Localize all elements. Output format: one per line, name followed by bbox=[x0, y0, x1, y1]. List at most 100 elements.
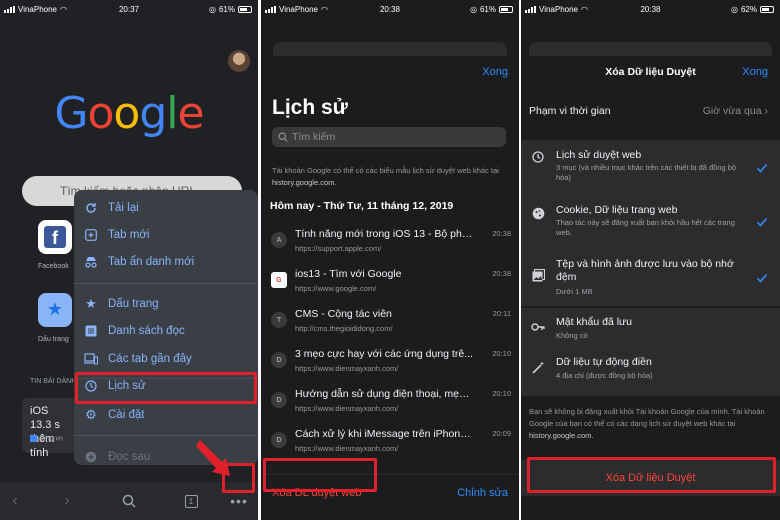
tab-count: 1 bbox=[184, 494, 198, 508]
shortcut-facebook[interactable]: f bbox=[38, 220, 72, 254]
search-placeholder: Tìm kiếm bbox=[292, 131, 336, 143]
search-icon bbox=[278, 132, 288, 142]
shortcut-bookmarks[interactable]: ★ bbox=[38, 293, 72, 327]
menu-button[interactable]: ••• bbox=[228, 490, 250, 512]
shortcut-label: Dấu trang bbox=[38, 336, 69, 343]
entry-url: https://www.dienmayxanh.com/ bbox=[295, 444, 399, 453]
time-range-label: Phạm vi thời gian bbox=[529, 105, 611, 117]
entry-time: 20:09 bbox=[492, 429, 511, 438]
google-favicon-icon: G bbox=[271, 272, 287, 288]
menu-item-label: Tải lại bbox=[108, 202, 139, 214]
page-title: Lịch sử bbox=[272, 96, 348, 119]
favicon-letter: A bbox=[271, 232, 287, 248]
done-button[interactable]: Xong bbox=[742, 66, 768, 78]
tab-switcher-button[interactable]: 1 bbox=[180, 490, 202, 512]
rotation-lock-icon: ◎ bbox=[209, 5, 216, 14]
entry-title: CMS - Cộng tác viên bbox=[295, 308, 392, 320]
entry-title: Cách xử lý khi iMessage trên iPhone,... bbox=[295, 428, 473, 440]
entry-time: 20:10 bbox=[492, 349, 511, 358]
entry-url: https://www.dienmayxanh.com/ bbox=[295, 404, 399, 413]
data-types-group: Lịch sử duyệt web 3 mục (và nhiều mục kh… bbox=[521, 140, 780, 306]
entry-url: https://support.apple.com/ bbox=[295, 244, 382, 253]
avatar[interactable] bbox=[228, 50, 250, 72]
back-button[interactable]: ‹ bbox=[4, 490, 26, 512]
cookie-icon bbox=[531, 206, 545, 220]
battery-icon bbox=[499, 6, 513, 13]
history-entry[interactable]: D Hướng dẫn sử dụng điện thoại, mẹo... h… bbox=[261, 386, 519, 426]
bottom-toolbar: ‹ › 1 ••• bbox=[0, 482, 258, 520]
menu-item-label: Các tab gần đây bbox=[108, 353, 192, 365]
entry-url: http://cms.thegioididong.com/ bbox=[295, 324, 393, 333]
battery-icon bbox=[760, 6, 774, 13]
entry-url: https://www.google.com/ bbox=[295, 284, 377, 293]
option-subtitle: Dưới 1 MB bbox=[556, 287, 593, 296]
news-card[interactable]: iOS 13.3 s thêm tính bbox=[22, 398, 78, 459]
time-range-value: Giờ vừa qua › bbox=[703, 105, 768, 117]
note-text: Tài khoản Google có thể có các biểu mẫu … bbox=[272, 166, 499, 175]
underlying-sheet bbox=[273, 42, 507, 56]
option-autofill[interactable]: Dữ liệu tự động điền 4 địa chỉ (được đồn… bbox=[521, 354, 780, 392]
time-range-value-text: Giờ vừa qua bbox=[702, 105, 762, 117]
logo-letter-o1: o bbox=[87, 88, 115, 139]
history-entry[interactable]: G ios13 - Tìm với Google https://www.goo… bbox=[261, 266, 519, 306]
data-types-group-unchecked: Mật khẩu đã lưu Không có Dữ liệu tự động… bbox=[521, 308, 780, 396]
battery-percent: 61% bbox=[218, 5, 235, 14]
news-source-name: Zing.vn bbox=[40, 435, 63, 443]
history-entry[interactable]: D 3 mẹo cực hay với các ứng dụng trê... … bbox=[261, 346, 519, 386]
news-source-icon bbox=[30, 435, 37, 442]
shortcut-label: Facebook bbox=[38, 263, 69, 270]
edit-button[interactable]: Chỉnh sửa bbox=[457, 487, 508, 499]
clear-browsing-data-panel: VinaPhone ◠ 20:38 ◎ 62% Xóa Dữ liệu Duyệt … bbox=[521, 0, 780, 520]
underlying-sheet bbox=[529, 42, 772, 56]
option-subtitle: Không có bbox=[556, 331, 588, 340]
menu-item-label: Tab mới bbox=[108, 229, 150, 241]
incognito-icon bbox=[84, 255, 98, 269]
favicon-letter: D bbox=[271, 432, 287, 448]
menu-item-label: Cài đặt bbox=[108, 409, 145, 421]
chevron-left-icon: ‹ bbox=[12, 492, 18, 509]
option-cached-files[interactable]: Tệp và hình ảnh được lưu vào bộ nhớ đệm … bbox=[521, 256, 780, 306]
menu-item-settings[interactable]: ⚙ Cài đặt bbox=[74, 402, 258, 428]
devices-icon bbox=[84, 352, 98, 366]
history-entry[interactable]: T CMS - Cộng tác viên http://cms.thegioi… bbox=[261, 306, 519, 346]
chrome-overflow-menu: Tải lại Tab mới Tab ẩn danh mới ★ Dấu tr… bbox=[74, 190, 258, 465]
more-horizontal-icon: ••• bbox=[230, 493, 248, 509]
option-title: Mật khẩu đã lưu bbox=[556, 316, 632, 328]
option-title: Tệp và hình ảnh được lưu vào bộ nhớ đệm bbox=[556, 258, 734, 283]
done-button[interactable]: Xong bbox=[482, 66, 508, 78]
search-button[interactable] bbox=[118, 490, 140, 512]
history-link[interactable]: history.google.com. bbox=[272, 178, 336, 187]
entry-title: Hướng dẫn sử dụng điện thoại, mẹo... bbox=[295, 388, 473, 400]
menu-item-reload[interactable]: Tải lại bbox=[74, 195, 258, 221]
magic-wand-icon bbox=[531, 360, 545, 374]
option-saved-passwords[interactable]: Mật khẩu đã lưu Không có bbox=[521, 314, 780, 352]
highlight-clear-data-button bbox=[527, 457, 776, 493]
menu-item-recent-tabs[interactable]: Các tab gần đây bbox=[74, 346, 258, 372]
menu-item-incognito-tab[interactable]: Tab ẩn danh mới bbox=[74, 249, 258, 275]
option-title: Dữ liệu tự động điền bbox=[556, 356, 652, 368]
option-browsing-history[interactable]: Lịch sử duyệt web 3 mục (và nhiều mục kh… bbox=[521, 148, 780, 198]
history-entry[interactable]: A Tính năng mới trong iOS 13 - Bộ phậ...… bbox=[261, 226, 519, 266]
logo-letter-g2: g bbox=[139, 88, 167, 139]
forward-button[interactable]: › bbox=[56, 490, 78, 512]
time-range-row[interactable]: Phạm vi thời gian Giờ vừa qua › bbox=[521, 98, 780, 126]
logo-letter-l: l bbox=[166, 88, 178, 139]
battery-percent: 61% bbox=[479, 5, 496, 14]
news-source: Zing.vn bbox=[30, 435, 63, 442]
entry-time: 20:10 bbox=[492, 389, 511, 398]
option-subtitle: Thao tác này sẽ đăng xuất bạn khỏi hầu h… bbox=[556, 218, 735, 237]
menu-item-bookmarks[interactable]: ★ Dấu trang bbox=[74, 291, 258, 317]
history-search-input[interactable]: Tìm kiếm bbox=[272, 127, 506, 147]
entry-time: 20:38 bbox=[492, 269, 511, 278]
pointer-arrow-icon bbox=[196, 440, 230, 476]
status-bar: VinaPhone ◠ 20:37 ◎ 61% bbox=[0, 0, 258, 22]
option-cookies[interactable]: Cookie, Dữ liệu trang web Thao tác này s… bbox=[521, 202, 780, 252]
logo-letter-e: e bbox=[177, 88, 205, 139]
checkmark-icon bbox=[756, 273, 768, 283]
key-icon bbox=[531, 320, 545, 334]
add-circle-icon bbox=[84, 450, 98, 464]
menu-item-new-tab[interactable]: Tab mới bbox=[74, 222, 258, 248]
menu-item-reading-list[interactable]: Danh sách đọc bbox=[74, 318, 258, 344]
option-subtitle: 3 mục (và nhiều mục khác trên các thiết … bbox=[556, 163, 737, 182]
history-link[interactable]: history.google.com. bbox=[529, 431, 593, 440]
